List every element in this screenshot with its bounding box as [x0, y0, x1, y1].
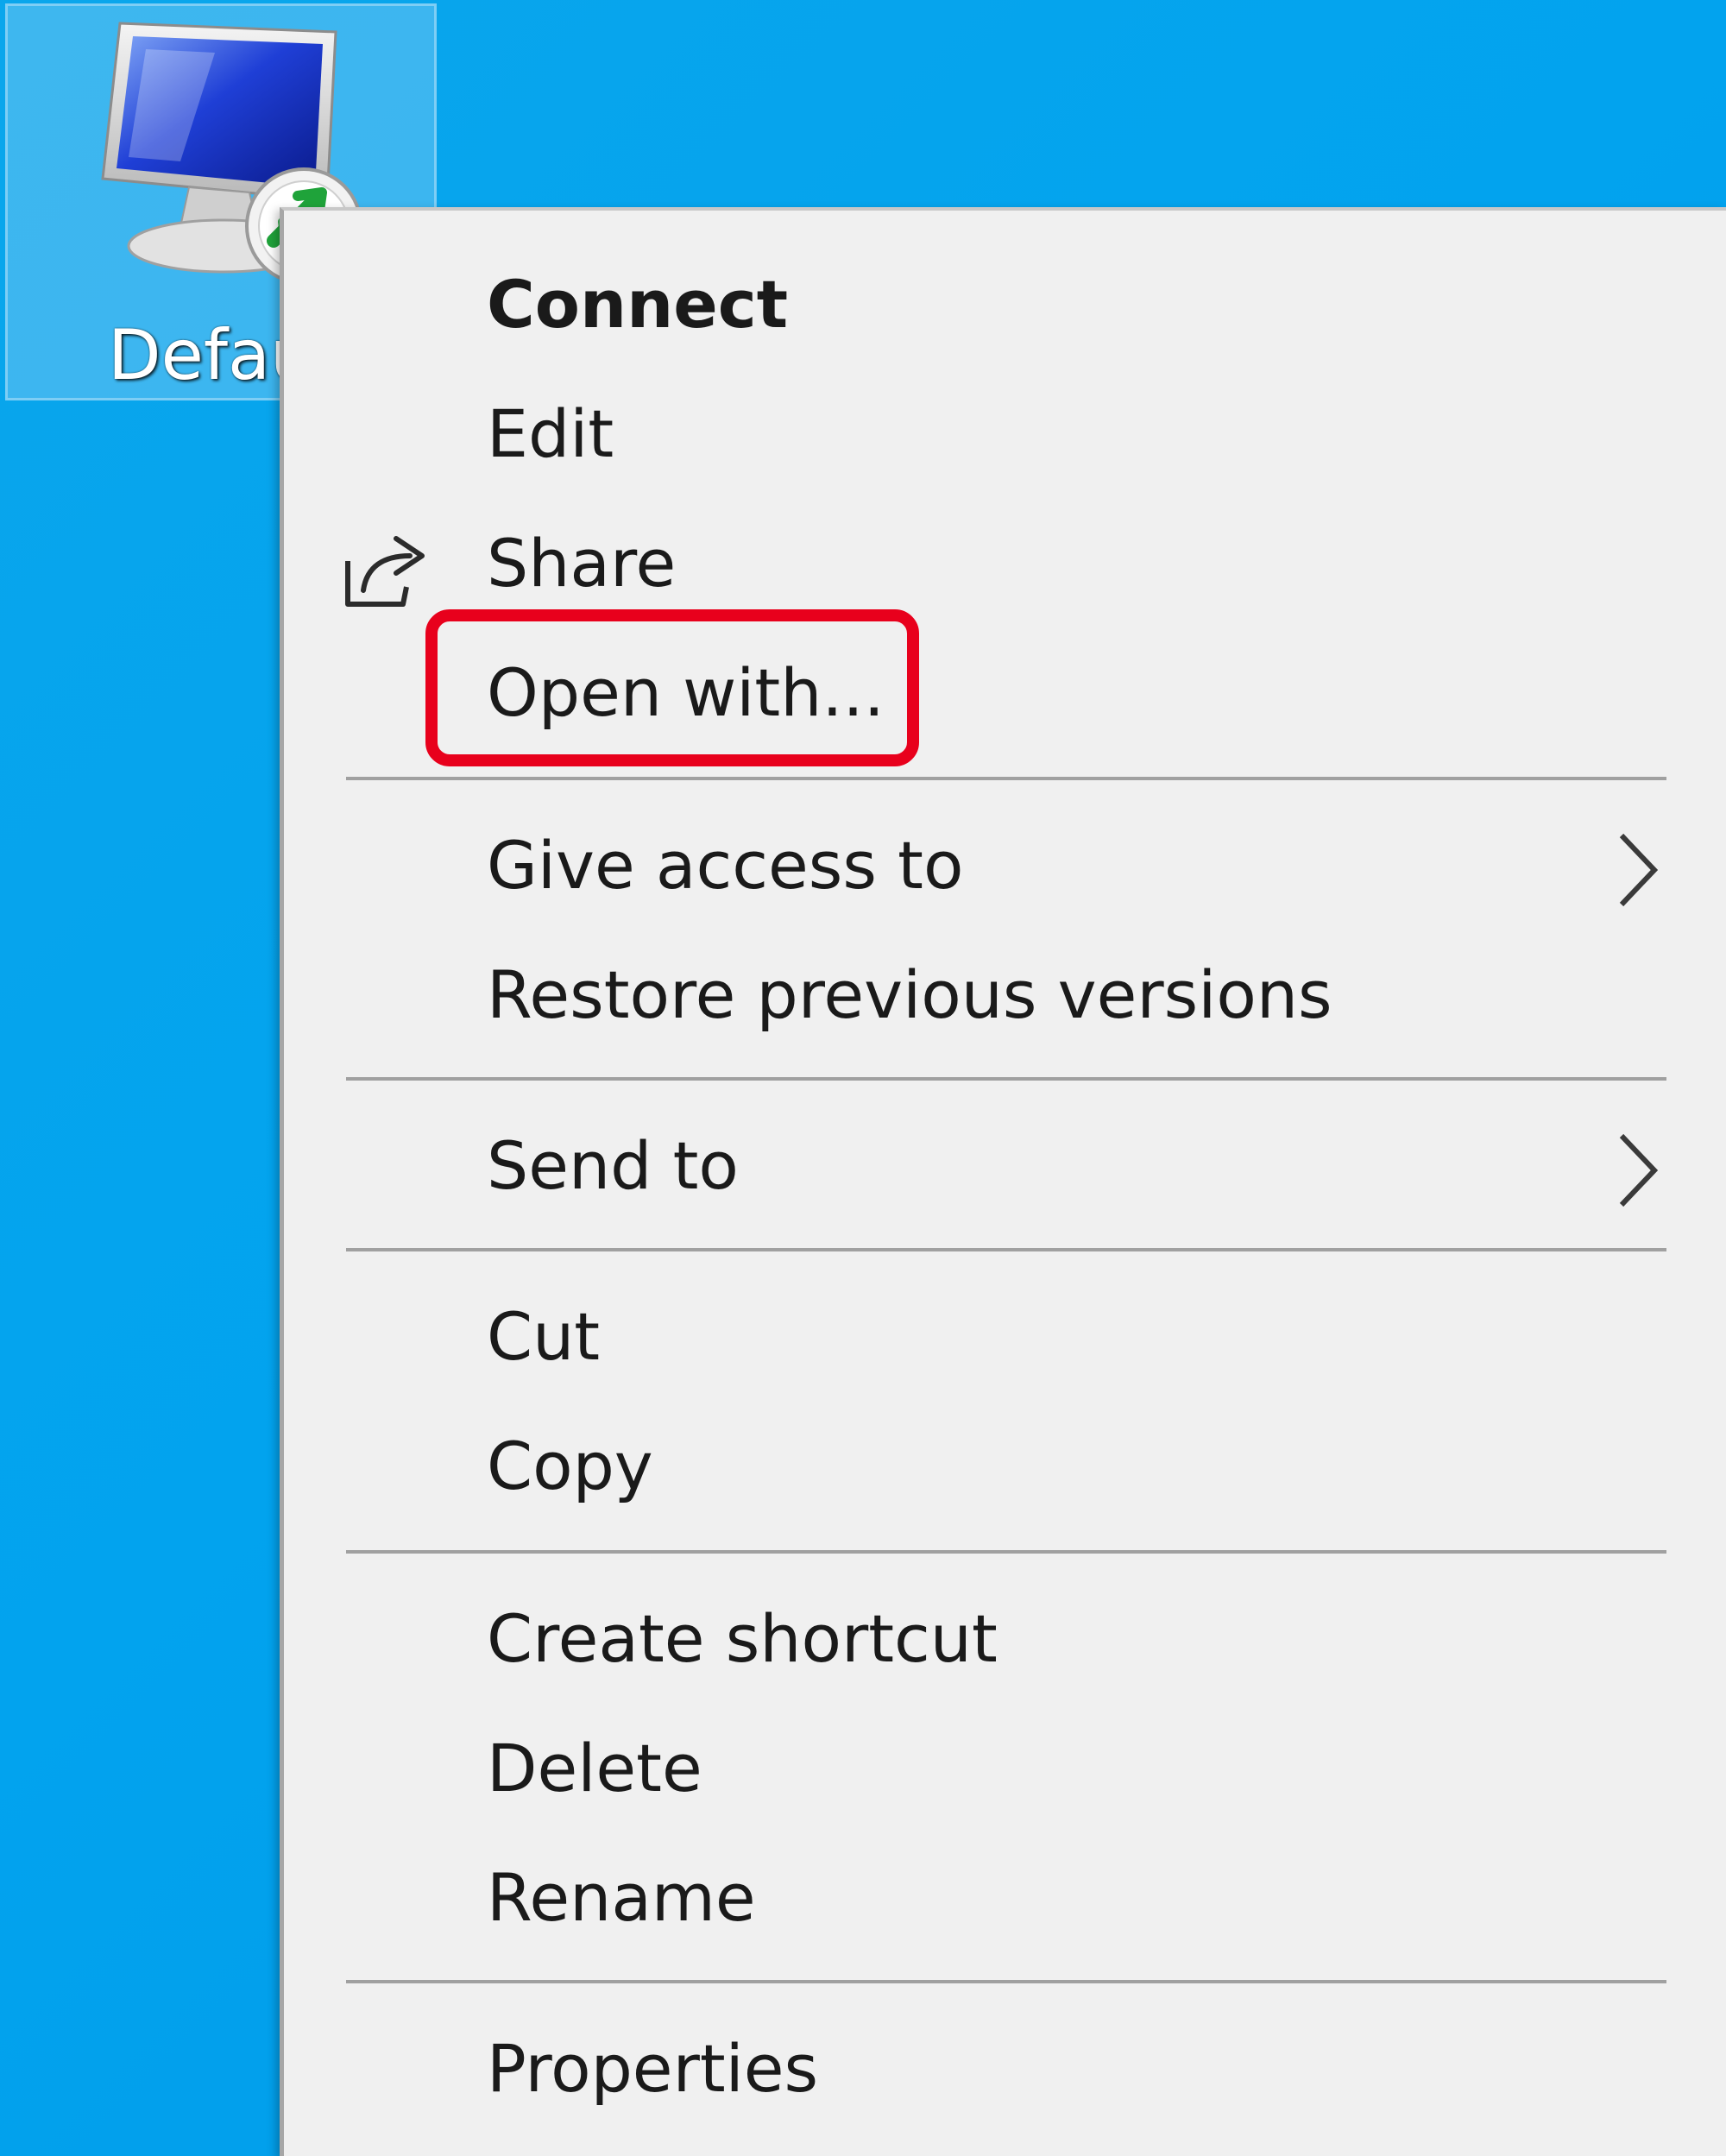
menu-item-restore-previous-versions[interactable]: Restore previous versions [284, 930, 1726, 1060]
menu-item-properties[interactable]: Properties [284, 2004, 1726, 2134]
share-icon [345, 536, 425, 607]
menu-item-cut[interactable]: Cut [284, 1272, 1726, 1402]
menu-item-label: Give access to [487, 827, 964, 904]
menu-item-label: Rename [487, 1859, 756, 1936]
menu-item-edit[interactable]: Edit [284, 369, 1726, 499]
menu-separator [346, 1248, 1666, 1251]
menu-item-delete[interactable]: Delete [284, 1704, 1726, 1833]
menu-separator [346, 777, 1666, 780]
menu-item-label: Edit [487, 395, 614, 472]
highlight-annotation-box [425, 609, 919, 766]
menu-item-give-access-to[interactable]: Give access to [284, 801, 1726, 930]
menu-item-rename[interactable]: Rename [284, 1833, 1726, 1963]
menu-item-label: Connect [487, 266, 789, 343]
menu-item-connect[interactable]: Connect [284, 240, 1726, 369]
menu-item-label: Create shortcut [487, 1600, 998, 1677]
menu-item-send-to[interactable]: Send to [284, 1101, 1726, 1231]
chevron-right-icon [1619, 833, 1659, 907]
menu-separator [346, 1980, 1666, 1983]
menu-item-create-shortcut[interactable]: Create shortcut [284, 1574, 1726, 1704]
menu-item-label: Restore previous versions [487, 956, 1332, 1033]
menu-item-label: Copy [487, 1428, 653, 1504]
menu-item-label: Cut [487, 1298, 601, 1375]
menu-separator [346, 1550, 1666, 1554]
menu-separator [346, 1077, 1666, 1081]
menu-item-copy[interactable]: Copy [284, 1402, 1726, 1531]
menu-item-label: Send to [487, 1127, 739, 1204]
chevron-right-icon [1619, 1133, 1659, 1207]
menu-item-label: Delete [487, 1730, 702, 1806]
menu-item-label: Properties [487, 2030, 819, 2107]
context-menu: Connect Edit Share Open with... Give acc… [280, 207, 1726, 2156]
